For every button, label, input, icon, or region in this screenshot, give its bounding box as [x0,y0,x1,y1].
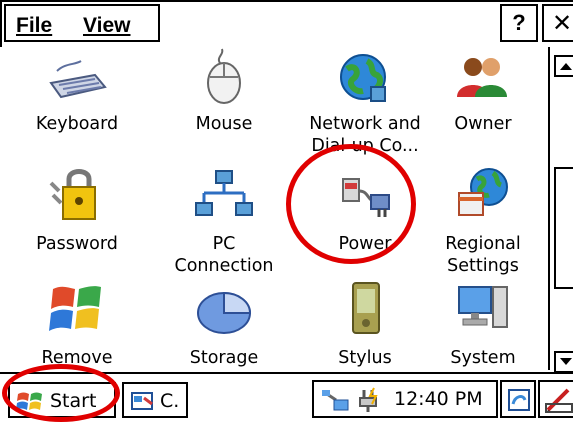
vertical-scrollbar[interactable] [548,47,573,373]
close-icon: ✕ [551,9,573,37]
scrollbar-thumb[interactable] [554,167,573,289]
taskbar-app-label: C. [160,390,180,412]
item-label: Keyboard [35,114,119,134]
item-label: Owner [454,114,512,134]
storage-icon [197,291,252,334]
system-icon [458,286,508,328]
help-icon: ? [512,10,526,35]
item-label: PC Connection [174,234,274,276]
pen-icon [545,388,573,413]
stylus-icon [352,282,380,334]
taskbar-app-button[interactable]: C. [122,382,188,418]
keyboard-icon [49,60,107,99]
input-panel-button[interactable] [538,380,573,418]
owner-icon [457,58,507,97]
windows-flag-icon [16,392,42,410]
menu-group: File View [4,4,160,42]
remove-programs-icon [49,286,101,331]
clock[interactable]: 12:40 PM [394,388,483,410]
pc-connection-icon [195,170,253,216]
item-label: Power [338,234,392,254]
close-button[interactable]: ✕ [542,4,573,42]
item-label: Password [36,234,118,254]
item-label: Storage [189,348,259,368]
menu-bar: File View ? ✕ [0,0,573,47]
taskbar: Start C. 12:40 PM [0,372,573,422]
item-label: Regional Settings [445,234,521,276]
mouse-icon [207,48,241,104]
power-plug-icon[interactable] [354,386,384,414]
scroll-down-button[interactable] [554,351,573,373]
item-label: Mouse [195,114,253,134]
help-button[interactable]: ? [500,4,538,42]
arrow-up-icon [560,63,572,70]
password-icon [49,169,96,220]
regional-settings-icon [458,168,508,216]
menu-file[interactable]: File [16,14,52,38]
control-panel-grid: Keyboard Mouse Network and Dial-up Co... [0,47,548,370]
power-icon [342,178,390,217]
connection-status-icon[interactable] [320,388,350,412]
control-panel-window: File View ? ✕ Keyboard Mouse Network and… [0,0,573,422]
start-label: Start [50,390,97,412]
control-panel-icon [131,392,153,410]
desktop-icon [508,389,530,411]
system-tray: 12:40 PM [312,380,498,418]
scroll-up-button[interactable] [554,55,573,77]
menu-view[interactable]: View [83,14,130,38]
item-label: Remove [41,348,113,368]
item-label: Network and Dial-up Co... [309,114,421,156]
show-desktop-button[interactable] [500,380,536,418]
item-label: System [450,348,516,368]
network-icon [340,54,386,102]
item-label: Stylus [338,348,392,368]
arrow-down-icon [560,358,572,365]
start-button[interactable]: Start [8,382,116,418]
